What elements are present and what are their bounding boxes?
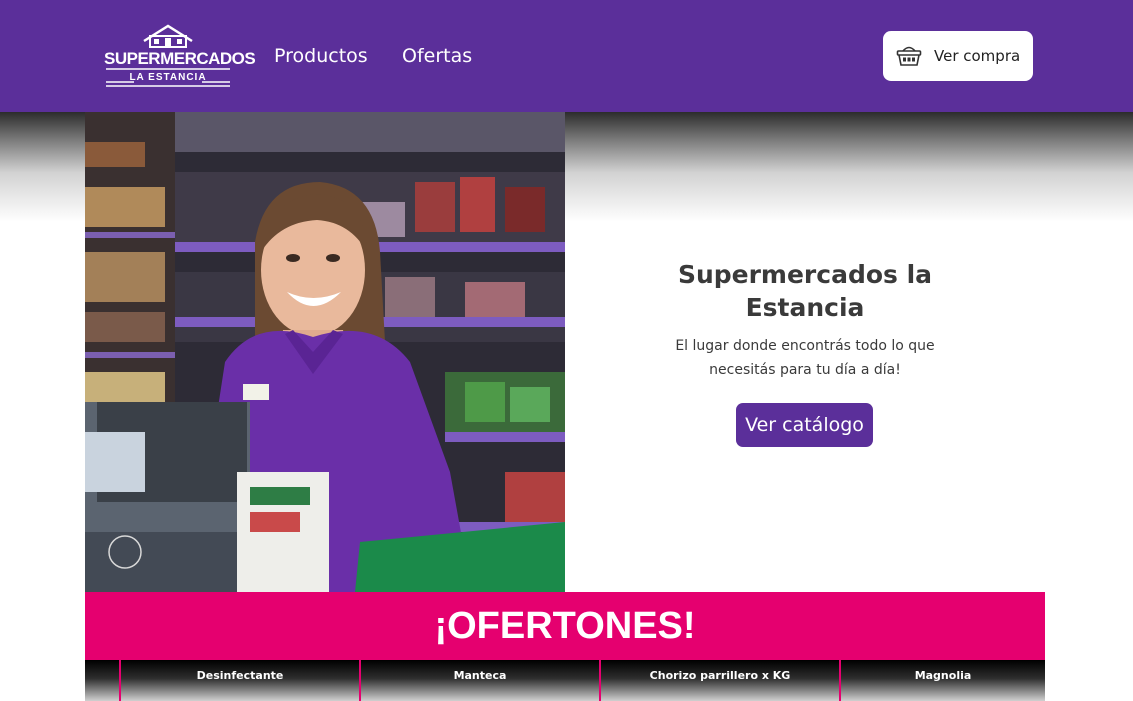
hero-text-block: Supermercados la Estancia El lugar donde… xyxy=(640,258,970,382)
offers-title: ¡OFERTONES! xyxy=(434,605,696,647)
offer-name: Magnolia xyxy=(914,669,972,682)
hero-title: Supermercados la Estancia xyxy=(677,260,933,322)
offer-name: Desinfectante xyxy=(196,669,284,682)
offer-card[interactable]: Chorizo parrillero x KG xyxy=(599,660,839,701)
offer-card[interactable]: Magnolia xyxy=(839,660,1045,701)
hero-cashier-photo xyxy=(85,112,565,592)
brand-logo[interactable]: SUPERMERCADOS LA ESTANCIA xyxy=(104,22,256,90)
offer-card[interactable]: Desinfectante xyxy=(119,660,359,701)
hero-subtitle: El lugar donde encontrás todo lo que nec… xyxy=(675,338,935,378)
view-cart-label: Ver compra xyxy=(934,47,1021,65)
logo-wordmark: SUPERMERCADOS xyxy=(104,49,256,68)
basket-icon xyxy=(896,46,922,66)
view-cart-button[interactable]: Ver compra xyxy=(883,31,1033,81)
offers-banner: ¡OFERTONES! xyxy=(85,592,1045,660)
nav-link-ofertas[interactable]: Ofertas xyxy=(402,44,472,68)
offers-carousel: Desinfectante Manteca Chorizo parrillero… xyxy=(85,660,1045,701)
nav-link-productos[interactable]: Productos xyxy=(274,44,368,68)
offer-name: Manteca xyxy=(453,669,507,682)
logo-subtitle: LA ESTANCIA xyxy=(129,72,207,83)
offer-card[interactable]: Manteca xyxy=(359,660,599,701)
top-navbar: SUPERMERCADOS LA ESTANCIA Productos Ofer… xyxy=(0,0,1133,112)
view-catalog-button[interactable]: Ver catálogo xyxy=(736,403,873,447)
offer-name: Chorizo parrillero x KG xyxy=(649,669,791,682)
